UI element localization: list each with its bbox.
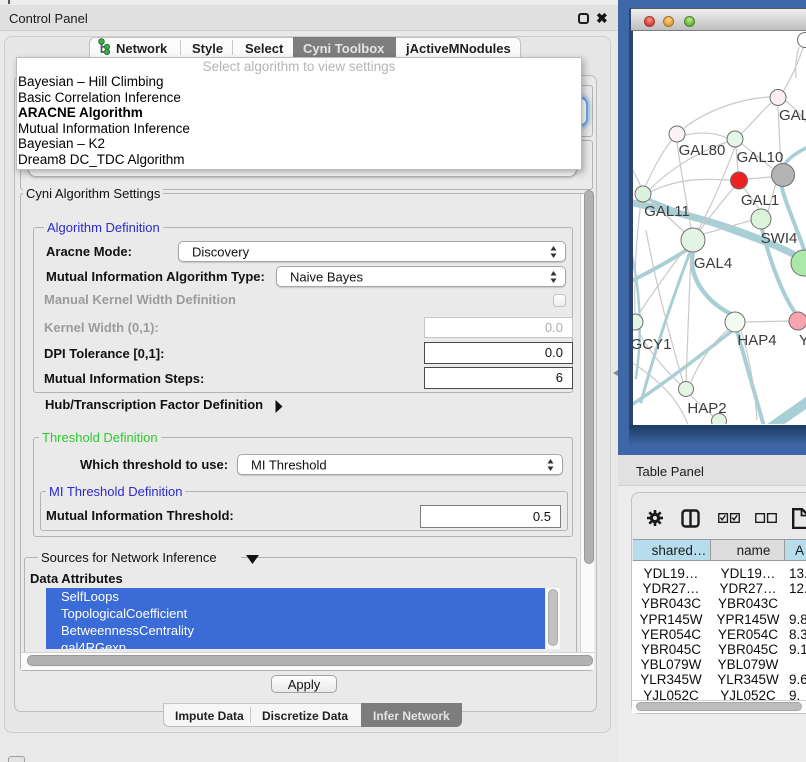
svg-text:GAL10: GAL10 — [737, 149, 784, 166]
svg-text:SWI4: SWI4 — [761, 230, 798, 247]
svg-text:HAP4: HAP4 — [737, 332, 776, 349]
svg-text:HAP2: HAP2 — [687, 400, 726, 417]
svg-text:YM: YM — [799, 332, 806, 349]
svg-text:GCY1: GCY1 — [633, 336, 671, 353]
svg-text:GAL4: GAL4 — [694, 255, 732, 272]
svg-text:GAL7: GAL7 — [779, 107, 806, 124]
svg-text:GAL80: GAL80 — [679, 142, 726, 159]
svg-text:GAL11: GAL11 — [644, 203, 690, 220]
svg-text:GAL1: GAL1 — [741, 192, 779, 209]
